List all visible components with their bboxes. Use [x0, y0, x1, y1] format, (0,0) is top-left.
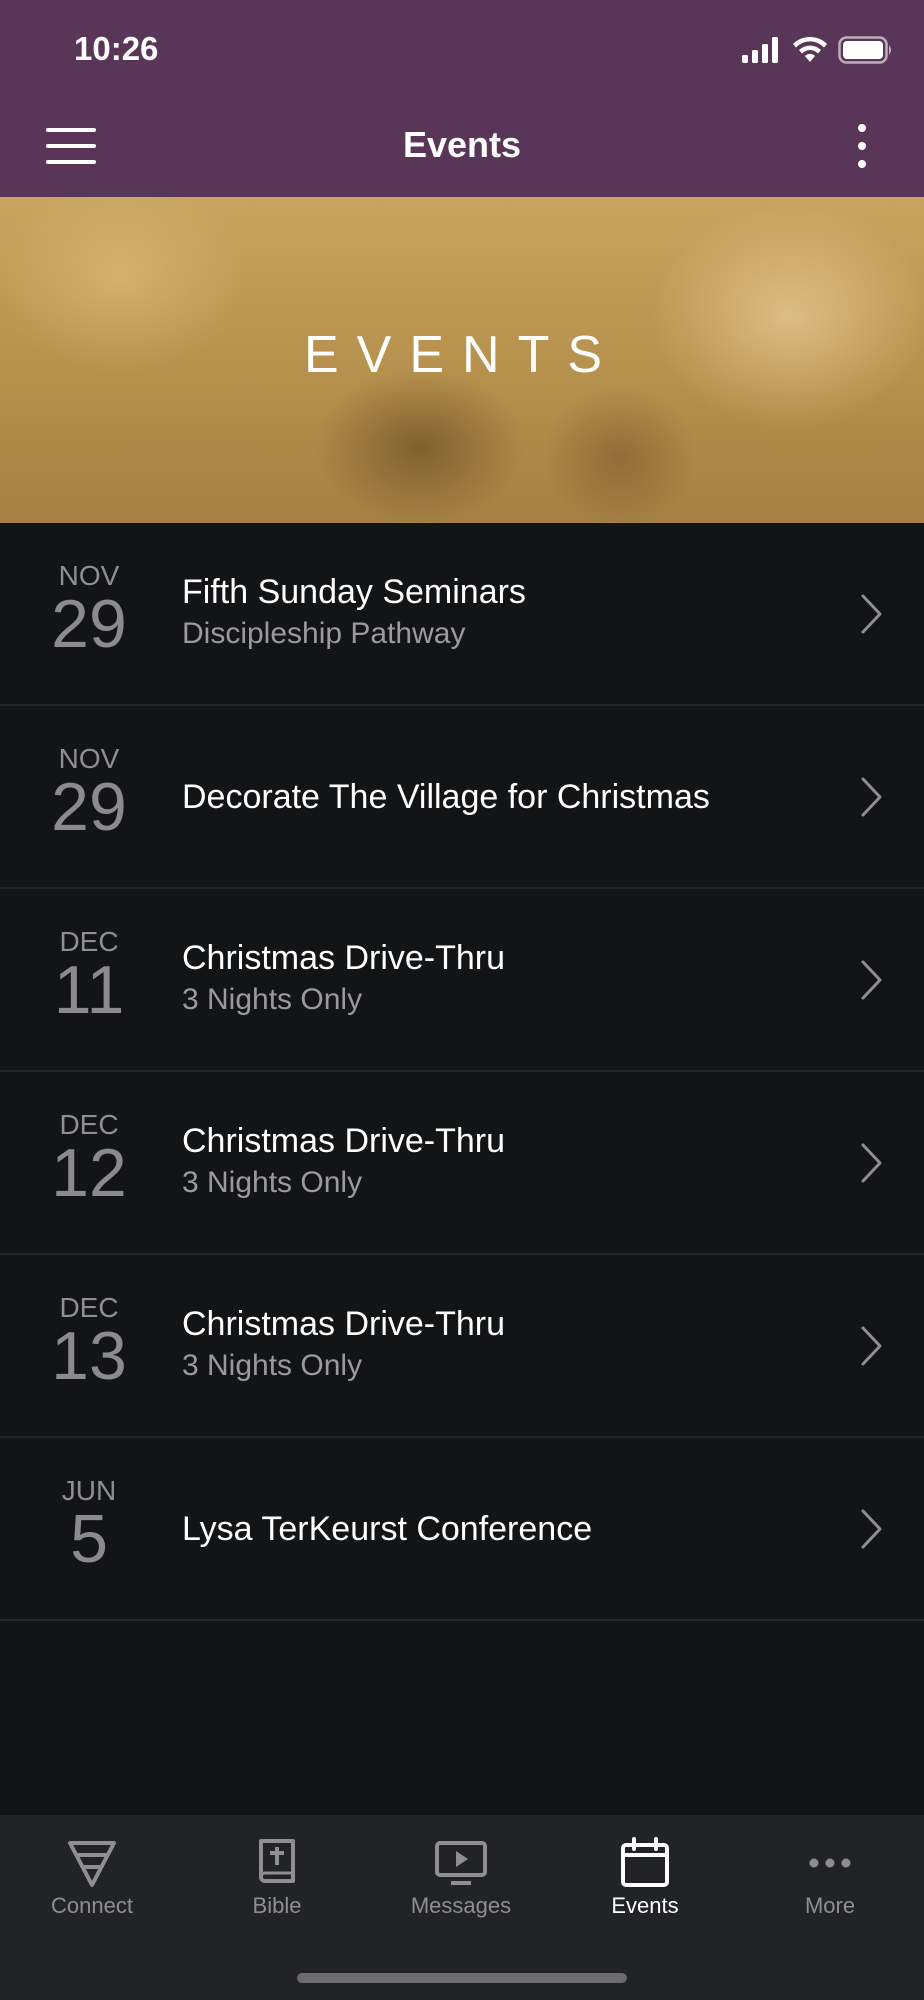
event-day: 12 — [51, 1135, 127, 1211]
more-icon — [802, 1835, 858, 1891]
tab-label: Events — [611, 1893, 679, 1918]
battery-icon — [838, 36, 891, 64]
event-title: Decorate The Village for Christmas — [182, 778, 710, 816]
event-title: Christmas Drive-Thru — [182, 1122, 506, 1160]
event-date: DEC 12 — [30, 1110, 148, 1211]
top-bar: 10:26 Events — [0, 0, 924, 197]
event-date: NOV 29 — [30, 561, 148, 662]
event-title: Lysa TerKeurst Conference — [182, 1510, 593, 1548]
event-row[interactable]: DEC 13 Christmas Drive-Thru 3 Nights Only — [0, 1255, 924, 1438]
tab-bible[interactable]: Bible — [185, 1815, 369, 1955]
event-day: 29 — [51, 769, 127, 845]
home-indicator — [297, 1973, 627, 1983]
chevron-right-icon — [861, 1326, 882, 1366]
tab-connect[interactable]: Connect — [0, 1815, 184, 1955]
hero-banner: EVENTS — [0, 197, 924, 523]
calendar-icon — [617, 1835, 673, 1891]
event-day: 29 — [51, 586, 127, 662]
event-row[interactable]: DEC 12 Christmas Drive-Thru 3 Nights Only — [0, 1072, 924, 1255]
event-date: JUN 5 — [30, 1476, 148, 1577]
event-subtitle: 3 Nights Only — [182, 1349, 363, 1382]
chevron-right-icon — [861, 960, 882, 1000]
tab-messages[interactable]: Messages — [369, 1815, 553, 1955]
event-day: 11 — [53, 952, 125, 1028]
event-date: DEC 11 — [30, 927, 148, 1028]
page-title: Events — [402, 124, 522, 165]
chevron-right-icon — [861, 1509, 882, 1549]
status-icons — [742, 36, 894, 64]
events-list: NOV 29 Fifth Sunday Seminars Discipleship P… — [0, 523, 924, 1621]
event-subtitle: 3 Nights Only — [182, 983, 363, 1016]
tab-label: Bible — [252, 1893, 302, 1918]
event-row[interactable]: NOV 29 Fifth Sunday Seminars Discipleship P… — [0, 523, 924, 706]
event-subtitle: 3 Nights Only — [182, 1166, 363, 1199]
event-row[interactable]: DEC 11 Christmas Drive-Thru 3 Nights Only — [0, 889, 924, 1072]
event-date: NOV 29 — [30, 744, 148, 845]
event-subtitle: Discipleship Pathway — [182, 617, 466, 650]
event-title: Fifth Sunday Seminars — [182, 573, 526, 611]
event-day: 5 — [70, 1501, 108, 1577]
messages-icon — [433, 1835, 489, 1891]
chevron-right-icon — [861, 777, 882, 817]
hero-title: EVENTS — [303, 326, 621, 384]
tab-more[interactable]: More — [738, 1815, 922, 1955]
wifi-icon — [793, 36, 827, 62]
chevron-right-icon — [861, 594, 882, 634]
chevron-right-icon — [861, 1143, 882, 1183]
bible-icon — [249, 1835, 305, 1891]
connect-icon — [64, 1835, 120, 1891]
tab-events[interactable]: Events — [553, 1815, 737, 1955]
event-row[interactable]: JUN 5 Lysa TerKeurst Conference — [0, 1438, 924, 1621]
more-options-icon[interactable] — [858, 124, 868, 172]
tab-label: Messages — [410, 1893, 512, 1918]
status-time: 10:26 — [74, 30, 159, 67]
event-title: Christmas Drive-Thru — [182, 1305, 506, 1343]
signal-icon — [742, 37, 778, 63]
tab-label: More — [804, 1893, 856, 1918]
event-day: 13 — [51, 1318, 127, 1394]
tab-label: Connect — [51, 1893, 133, 1918]
event-title: Christmas Drive-Thru — [182, 939, 506, 977]
event-row[interactable]: NOV 29 Decorate The Village for Christmas — [0, 706, 924, 889]
event-date: DEC 13 — [30, 1293, 148, 1394]
